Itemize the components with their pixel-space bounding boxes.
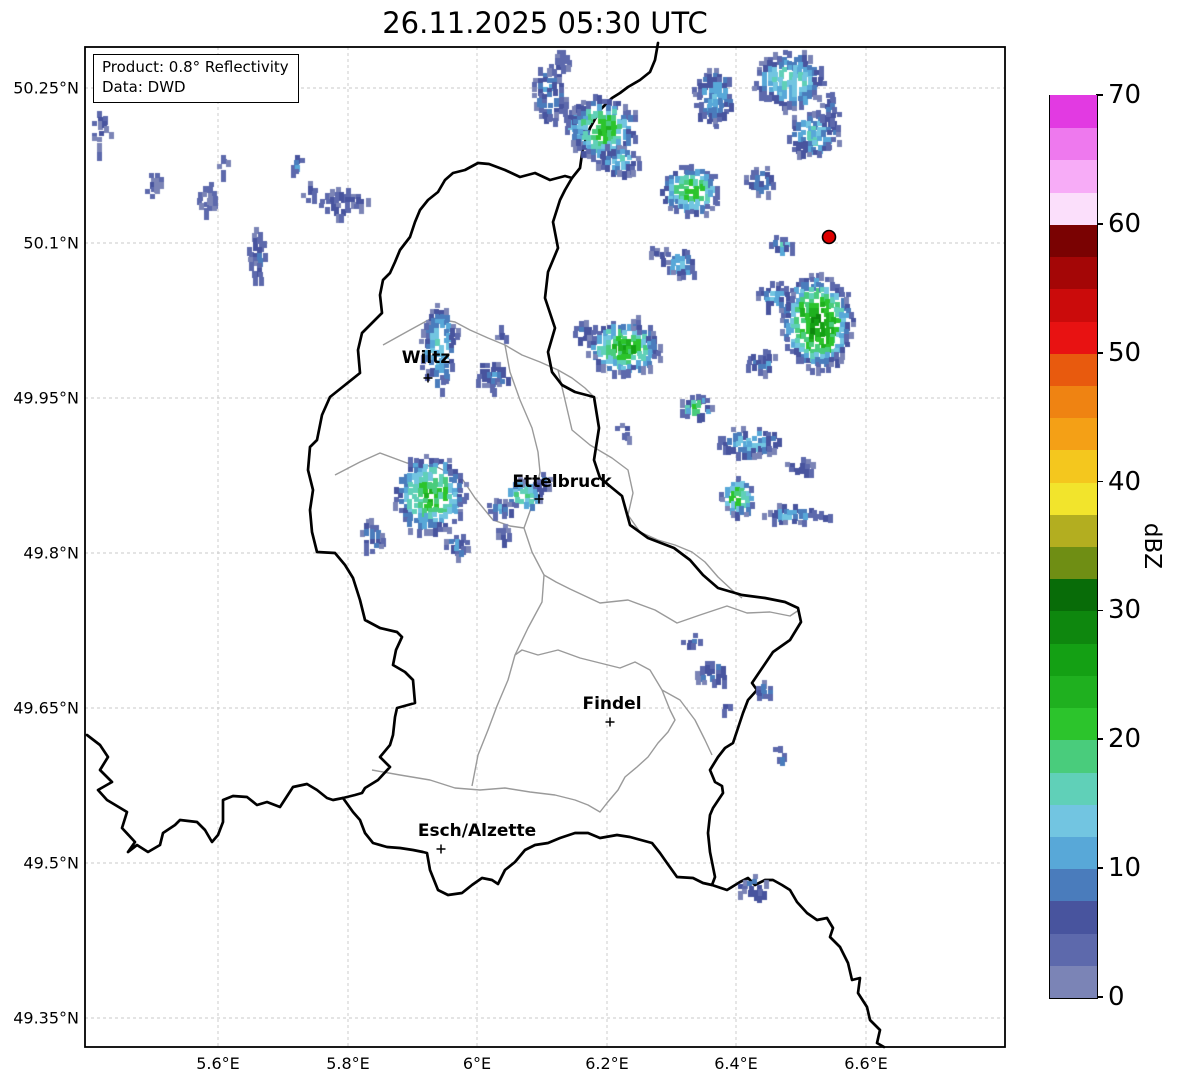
map-overlay-svg — [84, 46, 1006, 1048]
x-axis-tick-label: 6.2°E — [585, 1054, 629, 1073]
colorbar-tick-label: 50 — [1108, 337, 1142, 368]
y-axis-tick-label: 49.35°N — [13, 1008, 79, 1028]
colorbar-segment — [1050, 643, 1097, 676]
colorbar-segment — [1050, 514, 1097, 547]
colorbar-segment — [1050, 675, 1097, 709]
y-axis-tick-label: 49.5°N — [23, 853, 79, 873]
colorbar-segment — [1050, 868, 1097, 902]
radar-station-dot — [821, 229, 837, 245]
y-axis-tick-label: 50.25°N — [13, 78, 79, 98]
colorbar-tick-label: 20 — [1108, 724, 1142, 755]
y-axis-tick-label: 49.95°N — [13, 388, 79, 408]
colorbar-segment — [1050, 578, 1097, 612]
colorbar-segment — [1050, 965, 1097, 998]
colorbar-tick-label: 10 — [1108, 853, 1142, 884]
city-marker-cross — [436, 844, 446, 854]
colorbar-tick-label: 60 — [1108, 208, 1142, 239]
colorbar-segment — [1050, 739, 1097, 773]
colorbar-segment — [1050, 610, 1097, 644]
colorbar-segment — [1050, 836, 1097, 870]
x-axis-tick-label: 5.8°E — [326, 1054, 370, 1073]
colorbar-segment — [1050, 449, 1097, 483]
colorbar-segment — [1050, 288, 1097, 322]
x-axis-tick-label: 6.6°E — [844, 1054, 888, 1073]
x-axis-tick-label: 6°E — [462, 1054, 492, 1073]
colorbar-segment — [1050, 707, 1097, 741]
colorbar-segment — [1050, 95, 1097, 129]
city-label-wiltz: Wiltz — [401, 348, 451, 368]
colorbar-segment — [1050, 804, 1097, 837]
city-marker-cross — [605, 717, 615, 727]
colorbar-segment — [1050, 320, 1097, 354]
weather-radar-figure: 26.11.2025 05:30 UTC Product: 0.8° Refle… — [0, 0, 1184, 1081]
colorbar-segment — [1050, 417, 1097, 451]
colorbar-tick-label: 40 — [1108, 466, 1142, 497]
y-axis-tick-label: 49.8°N — [23, 543, 79, 563]
colorbar-segment — [1050, 771, 1097, 805]
colorbar-segment — [1050, 481, 1097, 515]
city-marker-cross — [534, 494, 544, 504]
product-info-line2: Data: DWD — [102, 77, 186, 96]
colorbar-segment — [1050, 159, 1097, 193]
colorbar-segment — [1050, 932, 1097, 966]
x-axis-tick-label: 6.4°E — [714, 1054, 758, 1073]
y-axis-tick-label: 49.65°N — [13, 698, 79, 718]
colorbar-segment — [1050, 900, 1097, 934]
y-axis-tick-label: 50.1°N — [23, 233, 79, 253]
x-axis-tick-label: 5.6°E — [196, 1054, 240, 1073]
product-info-line1: Product: 0.8° Reflectivity — [102, 58, 289, 76]
colorbar-segment — [1050, 353, 1097, 386]
colorbar-segment — [1050, 546, 1097, 580]
plot-frame — [84, 46, 1006, 1048]
colorbar-segment — [1050, 192, 1097, 225]
city-label-findel: Findel — [582, 694, 642, 714]
city-label-ettelbruck: Ettelbruck — [512, 472, 612, 492]
colorbar-tick-label: 30 — [1108, 595, 1142, 626]
colorbar-segment — [1050, 127, 1097, 161]
colorbar-tick-label: 0 — [1108, 982, 1125, 1012]
colorbar-axis-label: dBZ — [1139, 522, 1165, 570]
dbz-colorbar — [1049, 95, 1098, 999]
city-marker-cross — [423, 373, 433, 383]
colorbar-tick-label: 70 — [1108, 80, 1142, 110]
colorbar-segment — [1050, 385, 1097, 419]
city-label-esch-alzette: Esch/Alzette — [417, 821, 537, 841]
colorbar-segment — [1050, 256, 1097, 290]
colorbar-segment — [1050, 224, 1097, 258]
product-info-box: Product: 0.8° Reflectivity Data: DWD — [93, 54, 299, 103]
